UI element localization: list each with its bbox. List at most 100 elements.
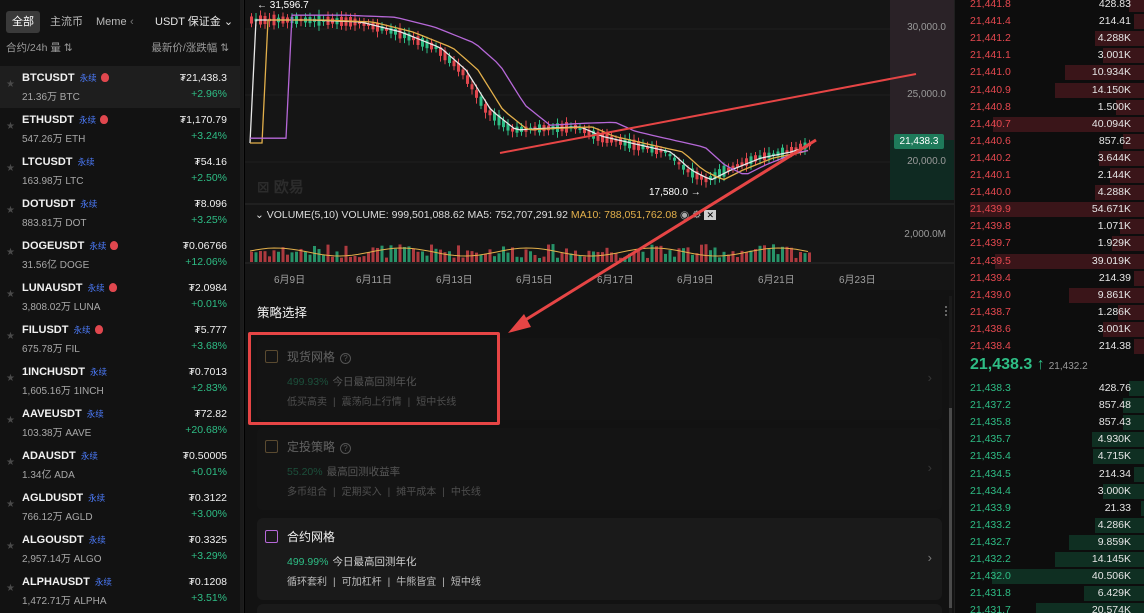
volume-bar [488, 249, 492, 262]
strategy-card-dca[interactable]: 定投策略? 55.20% 最高回测收益率 多币组合 | 定期买入 | 摊平成本 | 中长线 › [257, 428, 942, 510]
depth-bar [1129, 0, 1144, 12]
ask-row[interactable]: 21,440.7 40.094K [955, 116, 1144, 133]
ask-row[interactable]: 21,439.0 9.861K [955, 287, 1144, 304]
ask-row[interactable]: 21,440.8 1.500K [955, 99, 1144, 116]
volume-bar [470, 251, 474, 262]
star-icon[interactable]: ★ [6, 541, 15, 552]
market-row[interactable]: ★ LUNAUSDT 永续 3,808.02万 LUNA ₮2.0984 +0.01% [0, 276, 243, 318]
bid-row[interactable]: 21,435.4 4.715K [955, 448, 1144, 465]
bid-row[interactable]: 21,433.9 21.33 [955, 500, 1144, 517]
bid-row[interactable]: 21,432.2 14.145K [955, 551, 1144, 568]
help-icon[interactable]: ? [340, 443, 352, 454]
card-yield: 55.20% 最高回测收益率 [287, 464, 400, 479]
ask-row[interactable]: 21,438.6 3.001K [955, 321, 1144, 338]
ask-row[interactable]: 21,440.1 2.144K [955, 167, 1144, 184]
header-price[interactable]: 最新价/涨跌幅 ⇅ [151, 40, 229, 56]
candle [376, 22, 379, 32]
ask-row[interactable]: 21,439.9 54.671K [955, 201, 1144, 218]
volume-bar [736, 257, 739, 262]
chevron-left-icon[interactable]: ‹ [130, 11, 134, 33]
star-icon[interactable]: ★ [6, 205, 15, 216]
order-price: 21,434.5 [970, 467, 1011, 480]
scrollbar-thumb[interactable] [949, 408, 952, 608]
bid-row[interactable]: 21,438.3 428.76 [955, 380, 1144, 397]
market-row[interactable]: ★ AAVEUSDT 永续 103.38万 AAVE ₮72.82 +20.68% [0, 402, 243, 444]
candlestick-chart[interactable]: ← 31,596.7 17,580.0 → ⊠ 欧易 30,000.0 25,0… [245, 0, 954, 290]
ask-row[interactable]: 21,439.4 214.39 [955, 270, 1144, 287]
ask-row[interactable]: 21,441.1 3.001K [955, 47, 1144, 64]
star-icon[interactable]: ★ [6, 583, 15, 594]
ask-row[interactable]: 21,441.0 10.934K [955, 64, 1144, 81]
star-icon[interactable]: ★ [6, 79, 15, 90]
market-row[interactable]: ★ 1INCHUSDT 永续 1,605.16万 1INCH ₮0.7013 +2.83… [0, 360, 243, 402]
star-icon[interactable]: ★ [6, 247, 15, 258]
candle [808, 143, 811, 147]
star-icon[interactable]: ★ [6, 289, 15, 300]
market-row[interactable]: ★ ALGOUSDT 永续 2,957.14万 ALGO ₮0.3325 +3.29% [0, 528, 243, 570]
bid-row[interactable]: 21,431.7 20.574K [955, 602, 1144, 613]
ask-row[interactable]: 21,440.6 857.62 [955, 133, 1144, 150]
bid-row[interactable]: 21,437.2 857.48 [955, 397, 1144, 414]
x-tick: 6月15日 [516, 275, 553, 286]
ask-row[interactable]: 21,440.2 3.644K [955, 150, 1144, 167]
tab-meme[interactable]: Meme [96, 11, 127, 33]
market-row[interactable]: ★ BTCUSDT 永续 21.36万 BTC ₮21,438.3 +2.96% [0, 66, 243, 108]
ask-row[interactable]: 21,440.0 4.288K [955, 184, 1144, 201]
bid-row[interactable]: 21,435.8 857.43 [955, 414, 1144, 431]
market-row[interactable]: ★ FILUSDT 永续 675.78万 FIL ₮5.777 +3.68% [0, 318, 243, 360]
star-icon[interactable]: ★ [6, 457, 15, 468]
bid-row[interactable]: 21,434.4 3.000K [955, 483, 1144, 500]
market-row[interactable]: ★ DOGEUSDT 永续 31.56亿 DOGE ₮0.06766 +12.06% [0, 234, 243, 276]
tab-all[interactable]: 全部 [6, 11, 40, 33]
ask-row[interactable]: 21,440.9 14.150K [955, 82, 1144, 99]
volume-bar [790, 247, 793, 262]
order-qty: 857.62 [1098, 134, 1131, 147]
ask-row[interactable]: 21,439.8 1.071K [955, 218, 1144, 235]
eye-icon[interactable]: ◉ [680, 209, 689, 221]
volume-bar [632, 252, 636, 262]
star-icon[interactable]: ★ [6, 499, 15, 510]
star-icon[interactable]: ★ [6, 415, 15, 426]
bid-row[interactable]: 21,432.7 9.859K [955, 534, 1144, 551]
ask-row[interactable]: 21,438.7 1.286K [955, 304, 1144, 321]
star-icon[interactable]: ★ [6, 373, 15, 384]
order-qty: 214.34 [1098, 467, 1131, 480]
ask-row[interactable]: 21,439.5 39.019K [955, 253, 1144, 270]
tab-mainstream[interactable]: 主流币 [50, 11, 83, 33]
scrollbar[interactable] [240, 0, 243, 613]
ask-row[interactable]: 21,441.2 4.288K [955, 30, 1144, 47]
bid-row[interactable]: 21,431.8 6.429K [955, 585, 1144, 602]
tab-usdt-margin[interactable]: USDT 保证金 ⌄ [155, 11, 233, 33]
order-price: 21,432.0 [970, 570, 1011, 583]
star-icon[interactable]: ★ [6, 121, 15, 132]
star-icon[interactable]: ★ [6, 331, 15, 342]
bid-row[interactable]: 21,433.2 4.286K [955, 517, 1144, 534]
ask-row[interactable]: 21,441.4 214.41 [955, 13, 1144, 30]
settings-icon[interactable]: ⚙ [692, 209, 701, 221]
ask-row[interactable]: 21,439.7 1.929K [955, 235, 1144, 252]
volume-bar [596, 251, 600, 262]
order-qty: 14.145K [1091, 553, 1131, 565]
market-row[interactable]: ★ LTCUSDT 永续 163.98万 LTC ₮54.16 +2.50% [0, 150, 243, 192]
drag-handle[interactable] [945, 306, 949, 316]
market-row[interactable]: ★ AGLDUSDT 永续 766.12万 AGLD ₮0.3122 +3.00% [0, 486, 243, 528]
volume-toggle-icon[interactable]: ⌄ [255, 209, 267, 221]
strategy-card-futures-grid[interactable]: 合约网格 499.99% 今日最高回测年化 循环套利 | 可加杠杆 | 牛熊皆宜 | 短中线 … [257, 518, 942, 600]
ask-row[interactable]: 21,441.8 428.83 [955, 0, 1144, 13]
star-icon[interactable]: ★ [6, 163, 15, 174]
bid-row[interactable]: 21,432.0 40.506K [955, 568, 1144, 585]
market-row[interactable]: ★ ALPHAUSDT 永续 1,472.71万 ALPHA ₮0.1208 +3.51… [0, 570, 243, 612]
volume-bar [691, 254, 694, 262]
close-icon[interactable]: ✕ [704, 210, 717, 220]
market-volume: 2,957.14万 ALGO [22, 554, 102, 565]
market-row[interactable]: ★ ADAUSDT 永续 1.34亿 ADA ₮0.50005 +0.01% [0, 444, 243, 486]
ask-row[interactable]: 21,438.4 214.38 [955, 338, 1144, 355]
market-row[interactable]: ★ ETHUSDT 永续 547.26万 ETH ₮1,170.79 +3.24% [0, 108, 243, 150]
order-qty: 4.930K [1097, 433, 1131, 446]
bid-row[interactable]: 21,435.7 4.930K [955, 431, 1144, 448]
bid-row[interactable]: 21,434.5 214.34 [955, 466, 1144, 483]
y-tick: 30,000.0 [907, 22, 946, 33]
header-volume[interactable]: 合约/24h 量 ⇅ [6, 40, 73, 56]
perpetual-badge: 永续 [73, 325, 91, 335]
market-row[interactable]: ★ DOTUSDT 永续 883.81万 DOT ₮8.096 +3.25% [0, 192, 243, 234]
